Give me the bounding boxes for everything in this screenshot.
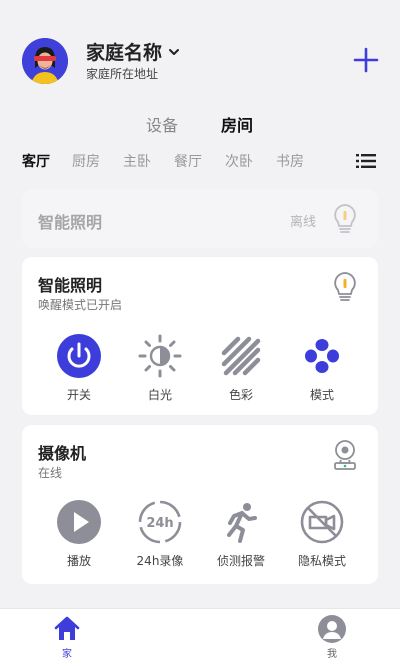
device-card-smart-light: 智能照明 唤醒模式已开启 开关 白光 色彩 模式 [22, 257, 378, 415]
recording-24h-text: 24h [146, 516, 173, 531]
room-tab-living-room[interactable]: 客厅 [22, 151, 50, 171]
list-icon[interactable] [356, 154, 376, 168]
mode-icon [305, 339, 339, 373]
running-person-icon [227, 503, 257, 543]
power-control[interactable]: 开关 [44, 333, 114, 403]
device-card-offline[interactable]: 智能照明 离线 [22, 189, 378, 248]
play-icon [57, 500, 101, 544]
profile-icon [318, 615, 346, 643]
room-tabs: 客厅 厨房 主卧 餐厅 次卧 书房 [0, 151, 400, 173]
device-title: 智能照明 [38, 213, 103, 232]
device-status: 离线 [290, 215, 317, 230]
bulb-icon [334, 272, 356, 301]
motion-alarm-control[interactable]: 侦测报警 [206, 499, 276, 569]
bulb-icon [334, 204, 356, 233]
device-subtitle: 在线 [38, 466, 63, 480]
color-stripes-icon [221, 336, 261, 376]
nav-home[interactable]: 家 [47, 615, 87, 660]
control-label: 侦测报警 [216, 554, 265, 568]
chevron-down-icon [169, 48, 180, 55]
control-label: 播放 [66, 554, 91, 568]
home-icon [54, 616, 80, 640]
recording-24h-icon: 24h [138, 500, 182, 544]
header: 家庭名称 家庭所在地址 [0, 0, 400, 100]
add-icon[interactable] [352, 46, 380, 74]
control-label: 模式 [309, 388, 334, 402]
privacy-mode-control[interactable]: 隐私模式 [287, 499, 357, 569]
color-control[interactable]: 色彩 [206, 333, 276, 403]
device-subtitle: 唤醒模式已开启 [38, 298, 123, 312]
home-name-dropdown[interactable]: 家庭名称 [86, 38, 180, 65]
device-title: 摄像机 [38, 444, 87, 463]
home-name: 家庭名称 [86, 42, 163, 64]
room-tab-master-bedroom[interactable]: 主卧 [123, 151, 151, 171]
room-tab-second-bedroom[interactable]: 次卧 [225, 151, 253, 171]
room-tab-kitchen[interactable]: 厨房 [72, 151, 100, 171]
recording-24h-control[interactable]: 24h 24h录像 [125, 499, 195, 569]
bottom-nav: 家 我 [0, 608, 400, 666]
device-card-camera: 摄像机 在线 播放 24h 24h录像 侦测报警 隐私模式 [22, 425, 378, 584]
room-tab-dining-room[interactable]: 餐厅 [174, 151, 202, 171]
mode-control[interactable]: 模式 [287, 333, 357, 403]
view-tabs: 设备 房间 [0, 112, 400, 136]
play-control[interactable]: 播放 [44, 499, 114, 569]
control-label: 开关 [66, 388, 91, 402]
camera-device-icon [334, 440, 356, 470]
brightness-icon [138, 334, 182, 378]
nav-home-label: 家 [62, 649, 72, 660]
control-label: 白光 [147, 388, 172, 402]
nav-me[interactable]: 我 [312, 615, 352, 660]
avatar-illustration [22, 38, 68, 84]
control-label: 24h录像 [136, 554, 184, 568]
tab-devices[interactable]: 设备 [146, 112, 178, 136]
nav-me-label: 我 [327, 649, 337, 660]
white-light-control[interactable]: 白光 [125, 333, 195, 403]
power-icon [57, 334, 101, 378]
home-address: 家庭所在地址 [86, 67, 159, 81]
avatar[interactable] [22, 38, 68, 84]
device-title: 智能照明 [38, 276, 103, 295]
tab-rooms[interactable]: 房间 [221, 112, 253, 136]
room-tab-study[interactable]: 书房 [276, 151, 304, 171]
control-label: 隐私模式 [297, 554, 346, 568]
camera-off-icon [300, 500, 344, 544]
control-label: 色彩 [228, 388, 253, 402]
